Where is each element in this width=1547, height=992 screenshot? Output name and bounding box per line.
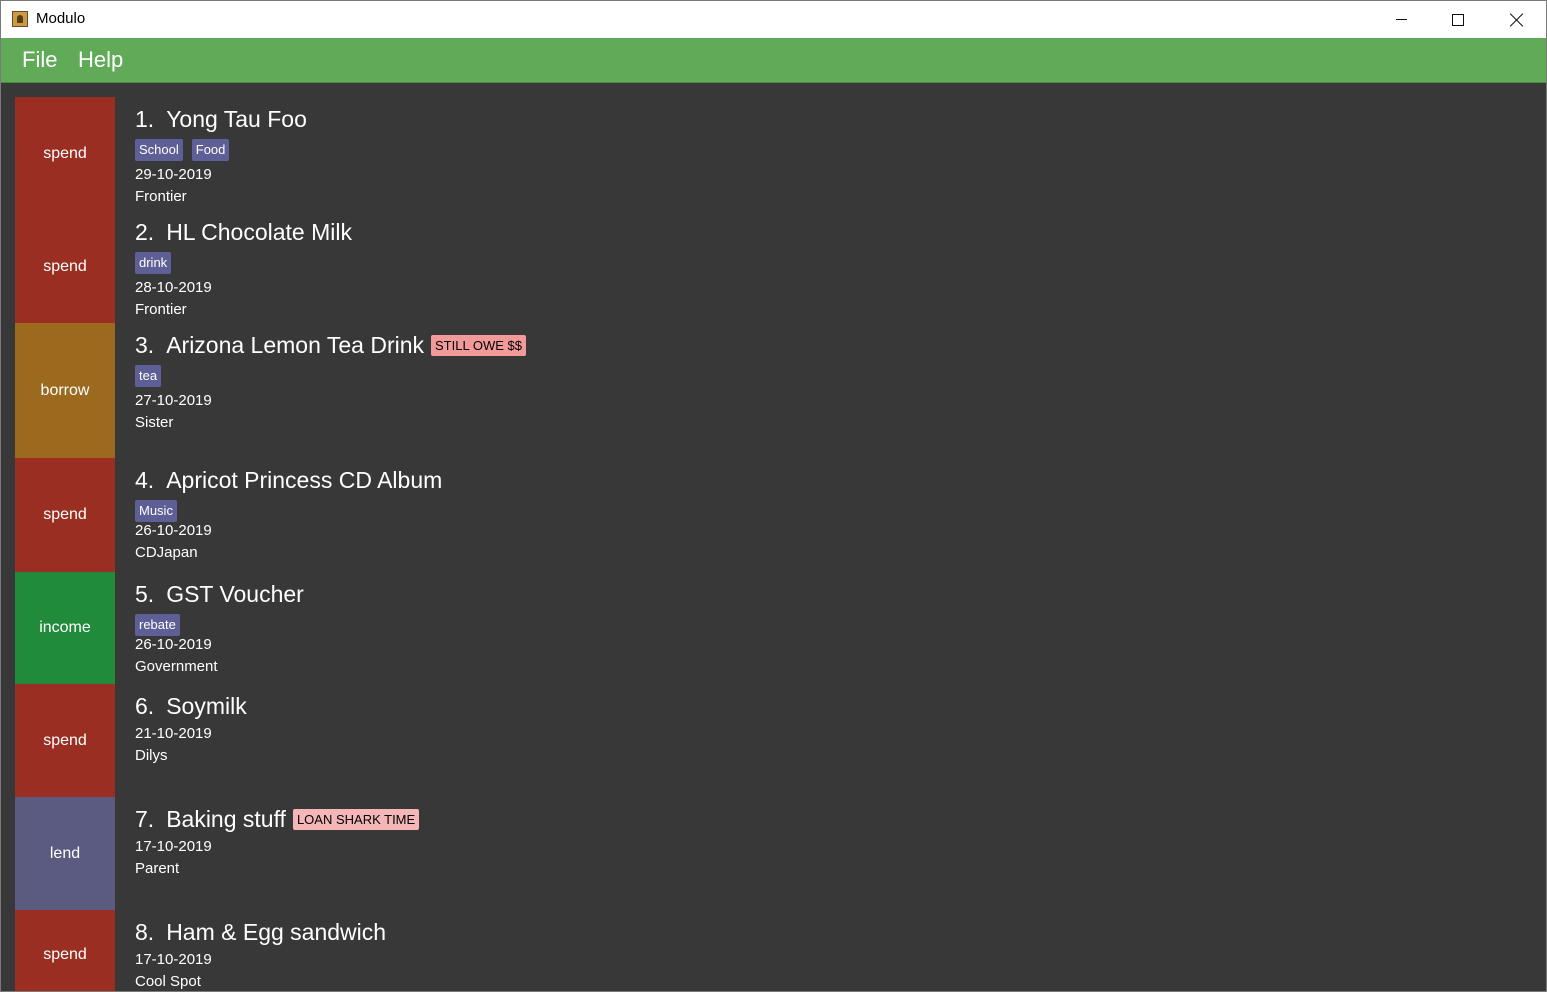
tag-chip: rebate (135, 614, 180, 636)
maximize-button[interactable] (1429, 1, 1487, 38)
entry-name: Yong Tau Foo (166, 106, 307, 132)
entry-place: Parent (135, 860, 180, 877)
entry-type-badge: borrow (15, 323, 115, 458)
entry-title: 5. GST Voucher (135, 581, 304, 608)
list-item[interactable]: spend 8. Ham & Egg sandwich 17-10-2019 Cool … (15, 910, 1535, 991)
entry-type-badge: spend (15, 684, 115, 797)
entry-index: 6. (135, 693, 155, 719)
entry-title: 1. Yong Tau Foo (135, 106, 307, 133)
remark-badge: STILL OWE $$ (431, 335, 526, 356)
tag-list: rebate (135, 614, 180, 636)
app-window: Modulo File Help spend 1. Yong Tau Foo Scho… (0, 0, 1547, 992)
entry-place: CDJapan (135, 544, 198, 561)
entry-index: 5. (135, 581, 155, 607)
entry-title: 8. Ham & Egg sandwich (135, 919, 386, 946)
list-item[interactable]: spend 2. HL Chocolate Milk drink 28-10-2019 F… (15, 210, 1535, 323)
tag-list: tea (135, 365, 162, 387)
entry-title: 2. HL Chocolate Milk (135, 219, 352, 246)
tag-chip: Food (191, 139, 230, 161)
entry-type-badge: spend (15, 210, 115, 323)
entry-name: Apricot Princess CD Album (166, 467, 443, 493)
list-item[interactable]: income 5. GST Voucher rebate 26-10-2019 Gover… (15, 572, 1535, 684)
window-title: Modulo (36, 10, 86, 27)
list-item[interactable]: spend 6. Soymilk 21-10-2019 Dilys (15, 684, 1535, 797)
list-item[interactable]: lend 7. Baking stuff LOAN SHARK TIME 17-10-2… (15, 797, 1535, 910)
tag-list: School Food (135, 139, 230, 161)
entry-place: Dilys (135, 747, 168, 764)
entry-index: 8. (135, 919, 155, 945)
entry-date: 27-10-2019 (135, 392, 212, 409)
entry-title: 4. Apricot Princess CD Album (135, 467, 442, 494)
tag-chip: drink (135, 252, 172, 274)
maximize-icon (1452, 13, 1464, 26)
entry-place: Cool Spot (135, 973, 201, 990)
entry-place: Frontier (135, 301, 187, 318)
entry-date: 26-10-2019 (135, 636, 212, 653)
entry-index: 2. (135, 219, 155, 245)
title-bar[interactable]: Modulo (1, 1, 1546, 38)
entry-type-badge: lend (15, 797, 115, 910)
close-icon (1510, 13, 1524, 27)
entry-index: 1. (135, 106, 155, 132)
tag-chip: Music (135, 500, 177, 522)
entry-index: 3. (135, 332, 155, 358)
entry-type-badge: spend (15, 910, 115, 991)
remark-badge: LOAN SHARK TIME (292, 809, 420, 830)
entry-type-badge: spend (15, 97, 115, 210)
entry-date: 29-10-2019 (135, 166, 212, 183)
entry-list[interactable]: spend 1. Yong Tau Foo School Food 29-10-2019 F… (1, 83, 1546, 991)
minimize-button[interactable] (1372, 1, 1430, 38)
menu-help[interactable]: Help (78, 47, 123, 73)
entry-name: Baking stuff (166, 806, 286, 832)
menu-file[interactable]: File (22, 47, 57, 73)
entry-index: 7. (135, 806, 155, 832)
minimize-icon (1395, 19, 1407, 20)
menu-bar: File Help (1, 38, 1546, 83)
entry-name: HL Chocolate Milk (166, 219, 352, 245)
entry-date: 26-10-2019 (135, 522, 212, 539)
entry-name: Soymilk (166, 693, 247, 719)
entry-name: Ham & Egg sandwich (166, 919, 387, 945)
entry-place: Government (135, 658, 218, 675)
close-button[interactable] (1488, 1, 1546, 38)
entry-name: Arizona Lemon Tea Drink (166, 332, 425, 358)
entry-place: Frontier (135, 188, 187, 205)
entry-place: Sister (135, 414, 174, 431)
entry-type-badge: spend (15, 458, 115, 572)
tag-list: Music (135, 500, 177, 522)
entry-index: 4. (135, 467, 155, 493)
tag-list: drink (135, 252, 172, 274)
list-item[interactable]: spend 1. Yong Tau Foo School Food 29-10-2019 F… (15, 97, 1535, 210)
entry-title: 7. Baking stuff LOAN SHARK TIME (135, 806, 420, 833)
entry-date: 28-10-2019 (135, 279, 212, 296)
app-logo-icon (12, 11, 28, 27)
entry-date: 17-10-2019 (135, 838, 212, 855)
entry-title: 6. Soymilk (135, 693, 247, 720)
list-item[interactable]: spend 4. Apricot Princess CD Album Music 26-… (15, 458, 1535, 572)
entry-title: 3. Arizona Lemon Tea Drink STILL OWE $$ (135, 332, 526, 359)
entry-name: GST Voucher (166, 581, 304, 607)
entry-date: 21-10-2019 (135, 725, 212, 742)
entry-date: 17-10-2019 (135, 951, 212, 968)
tag-chip: tea (135, 365, 162, 387)
entry-type-badge: income (15, 572, 115, 684)
tag-chip: School (135, 139, 183, 161)
list-item[interactable]: borrow 3. Arizona Lemon Tea Drink STILL OWE… (15, 323, 1535, 458)
